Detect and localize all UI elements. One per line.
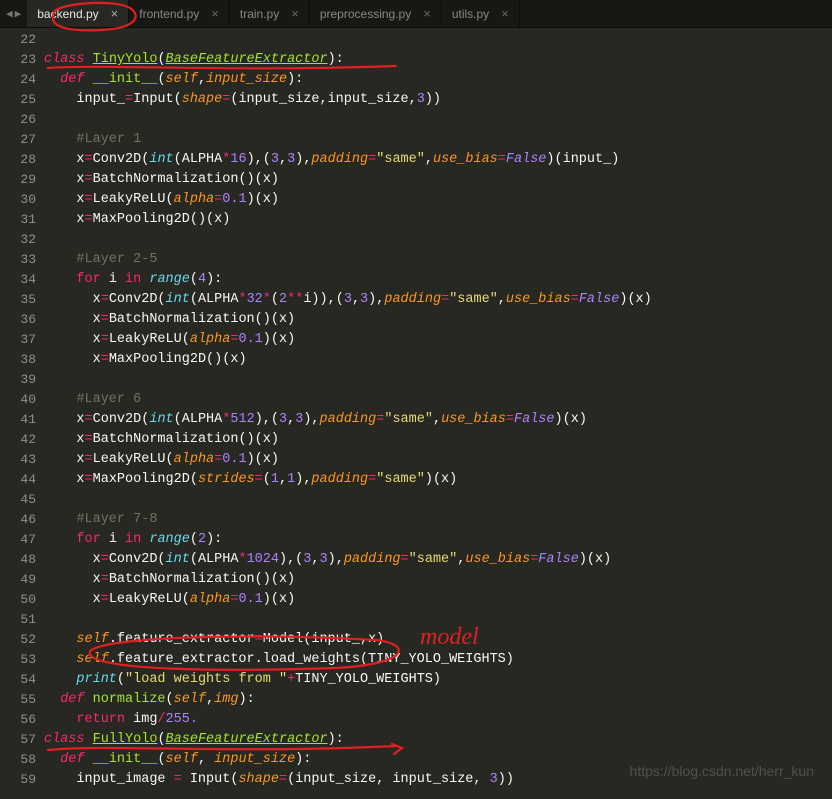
line-number: 37 <box>0 330 36 350</box>
code-line: self.feature_extractor.load_weights(TINY… <box>44 650 832 670</box>
tab-label: train.py <box>240 7 279 21</box>
line-number: 51 <box>0 610 36 630</box>
code-line: x=MaxPooling2D(strides=(1,1),padding="sa… <box>44 470 832 490</box>
line-number: 57 <box>0 730 36 750</box>
line-number: 24 <box>0 70 36 90</box>
code-line: x=BatchNormalization()(x) <box>44 170 832 190</box>
code-line: #Layer 2-5 <box>44 250 832 270</box>
code-line: x=LeakyReLU(alpha=0.1)(x) <box>44 590 832 610</box>
code-line: def __init__(self,input_size): <box>44 70 832 90</box>
line-number: 56 <box>0 710 36 730</box>
nav-next-icon[interactable]: ▶ <box>15 7 22 21</box>
line-number: 49 <box>0 570 36 590</box>
close-icon[interactable]: × <box>111 7 119 20</box>
code-line: x=BatchNormalization()(x) <box>44 570 832 590</box>
code-line: def normalize(self,img): <box>44 690 832 710</box>
editor: 2223242526272829303132333435363738394041… <box>0 28 832 799</box>
line-number: 58 <box>0 750 36 770</box>
line-number: 46 <box>0 510 36 530</box>
nav-prev-icon[interactable]: ◀ <box>6 7 13 21</box>
code-line: x=LeakyReLU(alpha=0.1)(x) <box>44 450 832 470</box>
tab-train-py[interactable]: train.py × <box>230 0 310 27</box>
code-line: x=LeakyReLU(alpha=0.1)(x) <box>44 190 832 210</box>
code-line: x=LeakyReLU(alpha=0.1)(x) <box>44 330 832 350</box>
code-line <box>44 30 832 50</box>
code-line: print("load weights from "+TINY_YOLO_WEI… <box>44 670 832 690</box>
line-number: 32 <box>0 230 36 250</box>
code-line <box>44 490 832 510</box>
tab-bar: ◀ ▶ backend.py×frontend.py×train.py×prep… <box>0 0 832 28</box>
code-line: x=Conv2D(int(ALPHA*1024),(3,3),padding="… <box>44 550 832 570</box>
code-area[interactable]: class TinyYolo(BaseFeatureExtractor): de… <box>44 28 832 799</box>
line-number: 47 <box>0 530 36 550</box>
code-line: input_=Input(shape=(input_size,input_siz… <box>44 90 832 110</box>
code-line: x=Conv2D(int(ALPHA*16),(3,3),padding="sa… <box>44 150 832 170</box>
line-number: 26 <box>0 110 36 130</box>
line-number: 54 <box>0 670 36 690</box>
line-number: 35 <box>0 290 36 310</box>
line-number: 39 <box>0 370 36 390</box>
code-line: x=MaxPooling2D()(x) <box>44 350 832 370</box>
line-number: 41 <box>0 410 36 430</box>
tab-backend-py[interactable]: backend.py × <box>27 0 129 27</box>
code-line: class TinyYolo(BaseFeatureExtractor): <box>44 50 832 70</box>
code-line <box>44 610 832 630</box>
code-line: return img/255. <box>44 710 832 730</box>
line-number: 25 <box>0 90 36 110</box>
line-number: 43 <box>0 450 36 470</box>
code-line <box>44 230 832 250</box>
code-line: x=BatchNormalization()(x) <box>44 430 832 450</box>
line-number: 40 <box>0 390 36 410</box>
line-number: 42 <box>0 430 36 450</box>
line-number: 50 <box>0 590 36 610</box>
code-line: x=Conv2D(int(ALPHA*512),(3,3),padding="s… <box>44 410 832 430</box>
line-number: 52 <box>0 630 36 650</box>
code-line: x=MaxPooling2D()(x) <box>44 210 832 230</box>
line-number: 31 <box>0 210 36 230</box>
code-line: x=BatchNormalization()(x) <box>44 310 832 330</box>
code-line: input_image = Input(shape=(input_size, i… <box>44 770 832 790</box>
line-number: 59 <box>0 770 36 790</box>
close-icon[interactable]: × <box>423 7 431 20</box>
line-number: 27 <box>0 130 36 150</box>
tab-label: preprocessing.py <box>320 7 411 21</box>
code-line: #Layer 6 <box>44 390 832 410</box>
code-line: x=Conv2D(int(ALPHA*32*(2**i)),(3,3),padd… <box>44 290 832 310</box>
line-number: 28 <box>0 150 36 170</box>
code-line: for i in range(2): <box>44 530 832 550</box>
line-number: 53 <box>0 650 36 670</box>
tab-label: backend.py <box>37 7 98 21</box>
tab-preprocessing-py[interactable]: preprocessing.py × <box>310 0 442 27</box>
line-number: 38 <box>0 350 36 370</box>
tab-label: utils.py <box>452 7 489 21</box>
code-line: for i in range(4): <box>44 270 832 290</box>
line-number: 22 <box>0 30 36 50</box>
code-line: self.feature_extractor=Model(input_,x) <box>44 630 832 650</box>
nav-arrows: ◀ ▶ <box>0 0 27 27</box>
tab-utils-py[interactable]: utils.py × <box>442 0 520 27</box>
tab-frontend-py[interactable]: frontend.py × <box>129 0 230 27</box>
line-number: 34 <box>0 270 36 290</box>
code-line <box>44 110 832 130</box>
line-number: 30 <box>0 190 36 210</box>
close-icon[interactable]: × <box>211 7 219 20</box>
line-number: 48 <box>0 550 36 570</box>
line-number: 33 <box>0 250 36 270</box>
code-line <box>44 370 832 390</box>
code-line: #Layer 7-8 <box>44 510 832 530</box>
close-icon[interactable]: × <box>501 7 509 20</box>
line-number: 55 <box>0 690 36 710</box>
code-line: #Layer 1 <box>44 130 832 150</box>
line-number: 45 <box>0 490 36 510</box>
tabs-container: backend.py×frontend.py×train.py×preproce… <box>27 0 520 27</box>
line-number-gutter: 2223242526272829303132333435363738394041… <box>0 28 44 799</box>
line-number: 44 <box>0 470 36 490</box>
close-icon[interactable]: × <box>291 7 299 20</box>
code-line: def __init__(self, input_size): <box>44 750 832 770</box>
line-number: 23 <box>0 50 36 70</box>
line-number: 29 <box>0 170 36 190</box>
tab-label: frontend.py <box>139 7 199 21</box>
line-number: 36 <box>0 310 36 330</box>
code-line: class FullYolo(BaseFeatureExtractor): <box>44 730 832 750</box>
